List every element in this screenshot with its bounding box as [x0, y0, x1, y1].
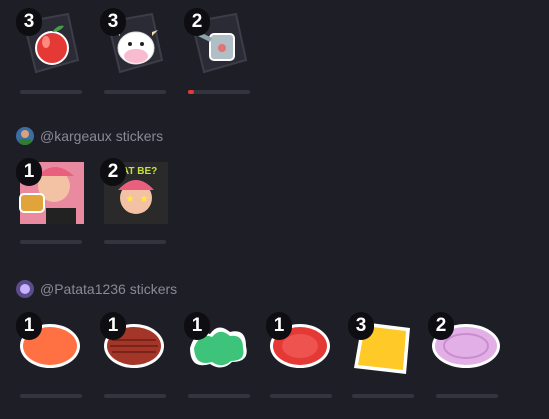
- count-badge: 2: [184, 8, 210, 36]
- count-badge: 2: [100, 158, 126, 186]
- sticker-watering-can[interactable]: 2: [184, 8, 252, 94]
- progress-bar: [352, 394, 414, 398]
- progress-fill: [188, 90, 195, 94]
- progress-bar: [104, 394, 166, 398]
- sticker-tomato-slice[interactable]: 1: [266, 312, 334, 398]
- count-badge: 2: [428, 312, 454, 340]
- progress-bar: [436, 394, 498, 398]
- progress-bar: [20, 394, 82, 398]
- count-badge: 1: [100, 312, 126, 340]
- progress-bar: [188, 90, 250, 94]
- progress-bar: [104, 90, 166, 94]
- sticker-lettuce[interactable]: 1: [184, 312, 252, 398]
- progress-bar: [20, 90, 82, 94]
- svg-text:★: ★: [126, 194, 135, 205]
- sticker-orange-patty[interactable]: 1: [16, 312, 84, 398]
- sticker-dat-be-character[interactable]: DAT BE? ★ ★ 2: [100, 158, 168, 244]
- section-title: @kargeaux stickers: [40, 128, 164, 144]
- count-badge: 3: [16, 8, 42, 36]
- progress-bar: [270, 394, 332, 398]
- sticker-cheese-slice[interactable]: 3: [348, 312, 416, 398]
- count-badge: 1: [16, 158, 42, 186]
- progress-bar: [188, 394, 250, 398]
- count-badge: 3: [348, 312, 374, 340]
- sticker-apple[interactable]: 3: [16, 8, 84, 94]
- sticker-drinking-character[interactable]: 1: [16, 158, 84, 244]
- sticker-onion-slice[interactable]: 2: [428, 312, 504, 398]
- sticker-cow[interactable]: 3: [100, 8, 168, 94]
- section-header-patata1236: @Patata1236 stickers: [16, 279, 177, 299]
- section-header-kargeaux: @kargeaux stickers: [16, 126, 163, 146]
- progress-bar: [20, 240, 82, 244]
- count-badge: 1: [184, 312, 210, 340]
- progress-bar: [104, 240, 166, 244]
- svg-text:★: ★: [140, 194, 149, 205]
- section-title: @Patata1236 stickers: [40, 281, 178, 297]
- count-badge: 3: [100, 8, 126, 36]
- avatar: [16, 127, 34, 145]
- count-badge: 1: [16, 312, 42, 340]
- avatar: [16, 280, 34, 298]
- sticker-meat-patty[interactable]: 1: [100, 312, 168, 398]
- count-badge: 1: [266, 312, 292, 340]
